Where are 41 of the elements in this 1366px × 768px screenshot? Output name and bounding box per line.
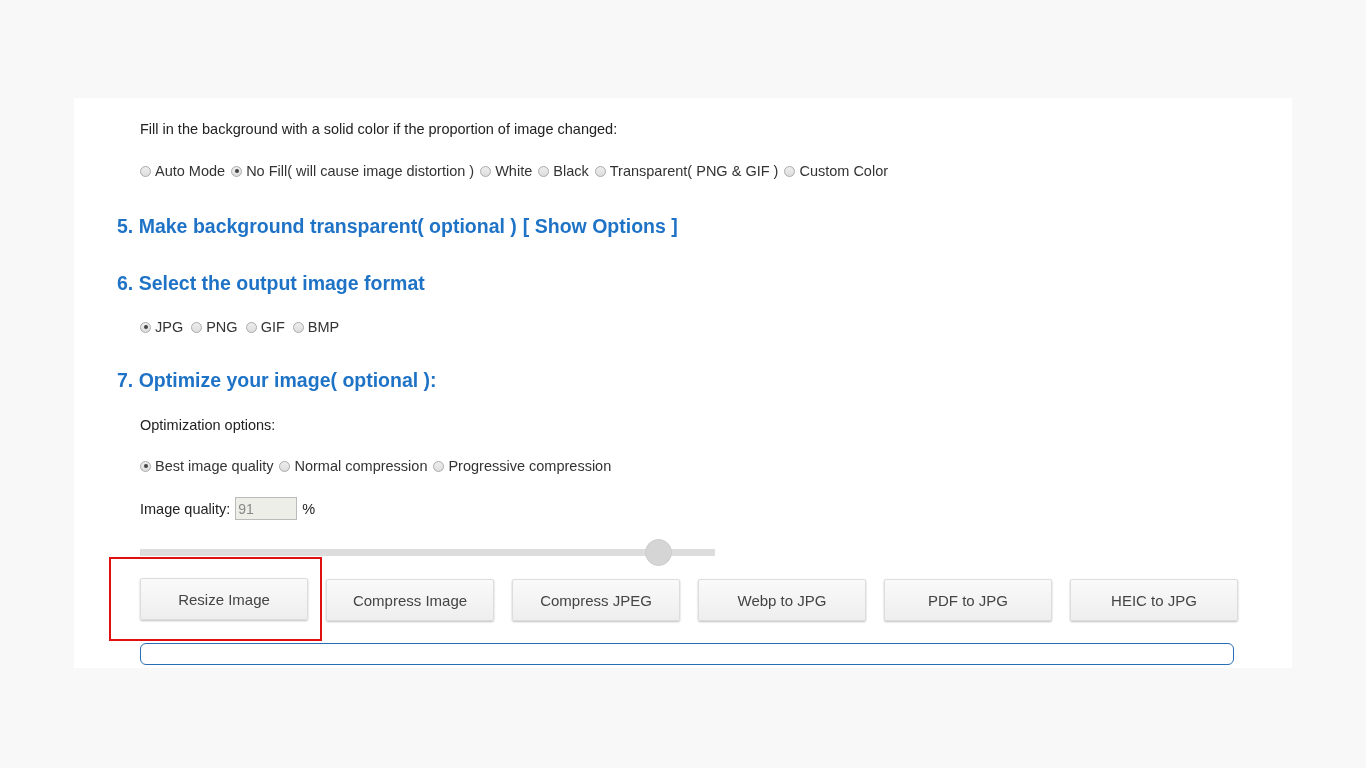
radio-button[interactable] (292, 321, 304, 333)
radio-button[interactable] (433, 460, 445, 472)
radio-button[interactable] (279, 460, 291, 472)
show-options-link[interactable]: [ Show Options ] (522, 215, 678, 238)
radio-option[interactable]: Normal compression (279, 458, 428, 474)
radio-option[interactable]: Transparent( PNG & GIF ) (594, 163, 779, 179)
radio-button[interactable] (140, 460, 151, 472)
slider-thumb[interactable] (644, 539, 672, 566)
radio-option[interactable]: Custom Color (784, 163, 889, 179)
radio-option[interactable]: GIF (245, 319, 285, 335)
tool-button[interactable]: Compress Image (326, 579, 494, 621)
radio-option[interactable]: JPG (140, 319, 184, 335)
fill-background-label: Fill in the background with a solid color if the proportion of image changed: (140, 121, 619, 137)
radio-option[interactable]: No Fill( will cause image distortion ) (231, 163, 475, 179)
section-heading: 7. Optimize your image( optional ): (117, 369, 438, 392)
radio-option[interactable]: BMP (292, 319, 340, 335)
tool-button[interactable]: Webp to JPG (698, 579, 866, 621)
image-quality-label: Image quality: (140, 500, 231, 517)
radio-button[interactable] (245, 321, 257, 333)
optimization-options-label: Optimization options: (140, 417, 277, 433)
radio-button[interactable] (140, 321, 151, 333)
tool-button[interactable]: Resize Image (140, 578, 308, 620)
radio-button[interactable] (231, 165, 243, 177)
radio-button[interactable] (480, 165, 492, 177)
radio-button[interactable] (538, 165, 550, 177)
radio-button[interactable] (594, 165, 606, 177)
tool-button[interactable]: Compress JPEG (512, 579, 680, 621)
tool-button[interactable]: PDF to JPG (884, 579, 1052, 621)
radio-button[interactable] (784, 165, 796, 177)
radio-option[interactable]: Black (538, 163, 589, 179)
section-heading: 5. Make background transparent( optional ) (117, 215, 517, 238)
radio-option[interactable]: Auto Mode (140, 163, 226, 179)
percent-unit: % (302, 500, 316, 517)
section-heading: 6. Select the output image format (117, 272, 426, 295)
radio-option[interactable]: Best image quality (140, 458, 274, 474)
tool-button[interactable]: HEIC to JPG (1070, 579, 1238, 621)
radio-option[interactable]: PNG (191, 319, 238, 335)
radio-option[interactable]: Progressive compression (433, 458, 612, 474)
radio-option[interactable]: White (480, 163, 533, 179)
radio-button[interactable] (191, 321, 203, 333)
radio-button[interactable] (140, 165, 151, 177)
